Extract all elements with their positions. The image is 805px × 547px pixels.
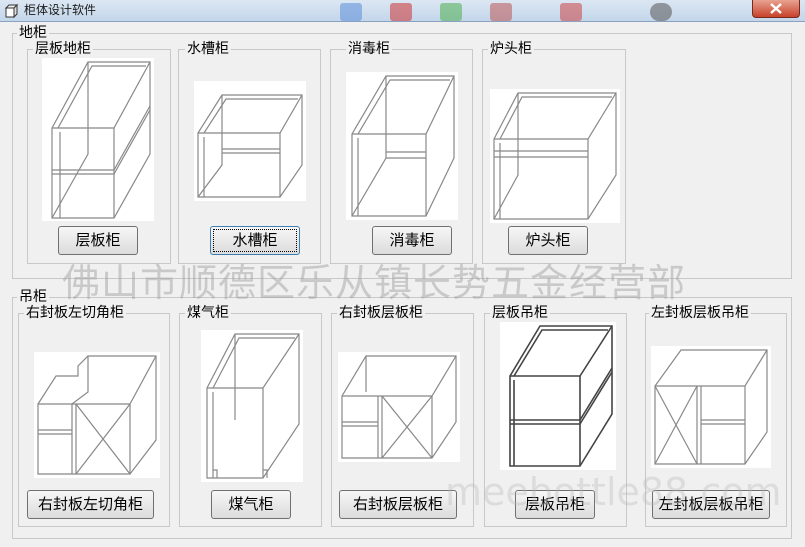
window-title: 柜体设计软件: [24, 3, 97, 17]
cabinet-label-disinfection: 消毒柜: [346, 41, 392, 57]
title-bar: 柜体设计软件: [0, 0, 805, 22]
shelf-floor-cabinet-drawing: [42, 58, 154, 221]
gas-cabinet-button[interactable]: 煤气柜: [211, 490, 291, 519]
cabinet-label-stove: 炉头柜: [488, 41, 534, 57]
corner-cabinet-drawing: [34, 352, 160, 478]
disinfection-cabinet-drawing: [346, 72, 458, 220]
shelf-cabinet-button[interactable]: 层板柜: [58, 226, 138, 255]
sink-cabinet-drawing: [194, 81, 306, 201]
stove-cabinet-button[interactable]: 炉头柜: [508, 226, 588, 255]
sink-cabinet-button[interactable]: 水槽柜: [210, 226, 300, 255]
floor-cabinet-group-label: 地柜: [17, 25, 49, 41]
stove-cabinet-drawing: [490, 89, 620, 223]
gas-cabinet-drawing: [201, 330, 303, 482]
close-icon: [770, 3, 782, 14]
cabinet-label-corner: 右封板左切角柜: [24, 305, 126, 321]
right-panel-shelf-cabinet-button[interactable]: 右封板层板柜: [339, 490, 457, 519]
left-panel-shelf-wall-cabinet-drawing: [651, 346, 771, 468]
close-button[interactable]: [752, 0, 800, 18]
corner-cabinet-button[interactable]: 右封板左切角柜: [27, 490, 154, 519]
shelf-wall-cabinet-button[interactable]: 层板吊柜: [515, 490, 595, 519]
cabinet-label-gas: 煤气柜: [185, 305, 231, 321]
right-panel-shelf-cabinet-drawing: [338, 352, 460, 462]
cabinet-label-shelf-floor: 层板地柜: [33, 41, 93, 57]
app-icon: [4, 3, 19, 19]
cabinet-label-right-panel-shelf: 右封板层板柜: [337, 305, 425, 321]
background-taskbar-icons: [320, 1, 720, 21]
wall-cabinet-group-label: 吊柜: [17, 289, 49, 305]
left-panel-shelf-wall-cabinet-button[interactable]: 左封板层板吊柜: [652, 490, 770, 519]
cabinet-label-left-panel-shelf-wall: 左封板层板吊柜: [649, 305, 751, 321]
shelf-wall-cabinet-drawing: [500, 322, 616, 470]
disinfection-cabinet-button[interactable]: 消毒柜: [372, 226, 452, 255]
cabinet-label-sink: 水槽柜: [185, 41, 231, 57]
cabinet-label-shelf-wall: 层板吊柜: [490, 305, 550, 321]
